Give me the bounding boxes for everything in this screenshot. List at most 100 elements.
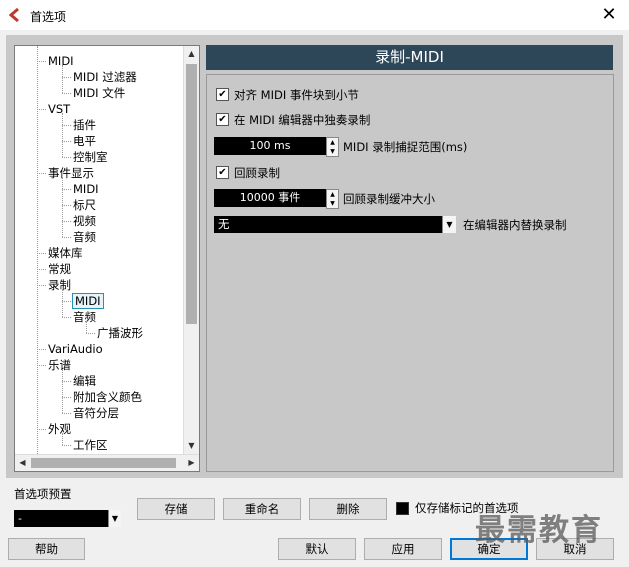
tree-line <box>62 65 63 93</box>
tree-line <box>62 433 63 445</box>
tree-line <box>62 317 71 318</box>
retro-buffer-field[interactable]: 10000 事件 <box>214 189 326 207</box>
tree-item[interactable]: 音频 <box>73 229 96 245</box>
solo-in-editor-label: 在 MIDI 编辑器中独奏录制 <box>234 113 371 127</box>
tree-line <box>62 381 71 382</box>
tree-line <box>62 77 71 78</box>
scroll-down-icon[interactable]: ▼ <box>184 438 199 454</box>
tree-line <box>62 237 71 238</box>
tree-item[interactable]: VST <box>48 101 70 117</box>
capture-range-stepper[interactable]: ▲ ▼ <box>326 137 339 157</box>
tree-item[interactable]: 外观 <box>48 421 71 437</box>
tree-line <box>37 46 38 454</box>
retro-buffer-label: 回顾录制缓冲大小 <box>343 192 435 206</box>
hscroll-thumb[interactable] <box>31 458 176 468</box>
tree-item-label: 视频 <box>73 214 96 228</box>
tree-line <box>62 205 71 206</box>
tree-item[interactable]: 控制室 <box>73 149 108 165</box>
tree-line <box>62 289 63 317</box>
tree-item[interactable]: 音符分层 <box>73 405 119 421</box>
tree-line <box>37 253 46 254</box>
tree-line <box>62 93 71 94</box>
tree-item[interactable]: 插件 <box>73 117 96 133</box>
tree-item[interactable]: 常规 <box>48 261 71 277</box>
tree-item-label: 附加含义颜色 <box>73 390 142 404</box>
tree-line <box>62 141 71 142</box>
capture-range-field[interactable]: 100 ms <box>214 137 326 155</box>
chevron-down-icon[interactable]: ▼ <box>108 510 121 527</box>
retro-buffer-stepper[interactable]: ▲ ▼ <box>326 189 339 209</box>
cubase-logo-icon <box>8 8 19 22</box>
scroll-right-icon[interactable]: ▶ <box>184 455 199 471</box>
tree-item[interactable]: MIDI <box>72 293 104 309</box>
retro-record-label: 回顾录制 <box>234 166 280 180</box>
presets-value: - <box>18 512 22 525</box>
tree-item[interactable]: 广播波形 <box>97 325 143 341</box>
tree-item[interactable]: MIDI 文件 <box>73 85 125 101</box>
store-button[interactable]: 存储 <box>137 498 215 520</box>
tree-item-label: 事件显示 <box>48 166 94 180</box>
stepper-up-icon[interactable]: ▲ <box>327 138 338 147</box>
tree-item[interactable]: 事件显示 <box>48 165 94 181</box>
tree-line <box>62 413 71 414</box>
apply-button[interactable]: 应用 <box>364 538 442 560</box>
presets-select[interactable]: - ▼ <box>14 510 121 527</box>
capture-range-label: MIDI 录制捕捉范围(ms) <box>343 140 468 154</box>
tree-item[interactable]: MIDI 过滤器 <box>73 69 137 85</box>
scroll-up-icon[interactable]: ▲ <box>184 46 199 62</box>
close-icon[interactable]: ✕ <box>599 5 619 25</box>
stepper-down-icon[interactable]: ▼ <box>327 147 338 156</box>
tree-line <box>37 269 46 270</box>
tree-item[interactable]: 录制 <box>48 277 71 293</box>
help-button[interactable]: 帮助 <box>8 538 85 560</box>
tree-item-label: 常规 <box>48 262 71 276</box>
tree-item[interactable]: 电平 <box>73 133 96 149</box>
replace-mode-select[interactable]: 无 ▼ <box>214 216 456 233</box>
tree-item-label: MIDI 过滤器 <box>73 70 137 84</box>
tree-item-label: VariAudio <box>48 342 103 356</box>
scroll-left-icon[interactable]: ◀ <box>15 455 30 471</box>
tree-line <box>37 109 46 110</box>
tree-item[interactable]: 乐谱 <box>48 357 71 373</box>
tree-item-label: MIDI 文件 <box>73 86 126 100</box>
tree-line <box>86 321 87 333</box>
tree-item[interactable]: 音频 <box>73 309 96 325</box>
delete-button[interactable]: 删除 <box>309 498 387 520</box>
watermark: 最需教育 <box>475 513 603 548</box>
tree-item[interactable]: 标尺 <box>73 197 96 213</box>
tree-item[interactable]: 编辑 <box>73 373 96 389</box>
stepper-up-icon[interactable]: ▲ <box>327 190 338 199</box>
retro-record-checkbox[interactable]: ✔ <box>216 166 229 179</box>
default-button[interactable]: 默认 <box>278 538 356 560</box>
tree-item-label: 外观 <box>48 422 71 436</box>
tree-item[interactable]: 工作区 <box>73 437 108 453</box>
tree-item[interactable]: MIDI <box>48 53 74 69</box>
title-bar: 首选项 ✕ <box>0 0 629 30</box>
tree-line <box>62 113 63 157</box>
scroll-thumb[interactable] <box>186 64 197 324</box>
presets-label: 首选项预置 <box>14 487 72 501</box>
tree-item-label: 音频 <box>73 230 96 244</box>
page-title: 录制-MIDI <box>206 45 613 70</box>
tree-item[interactable]: 媒体库 <box>48 245 83 261</box>
tree-item[interactable]: 视频 <box>73 213 96 229</box>
rename-button[interactable]: 重命名 <box>223 498 301 520</box>
tree-item-label: MIDI <box>72 293 104 309</box>
tree-horizontal-scrollbar[interactable]: ◀ ▶ <box>15 454 199 471</box>
tree-line <box>62 369 63 413</box>
store-marked-only-checkbox[interactable] <box>396 502 409 515</box>
preferences-tree: MIDI MIDI 过滤器 MIDI 文件 VST 插件 电平 控制室 事件显示 MIDI 标尺视… <box>14 45 200 472</box>
tree-item[interactable]: VariAudio <box>48 341 103 357</box>
chevron-down-icon[interactable]: ▼ <box>442 216 456 233</box>
stepper-down-icon[interactable]: ▼ <box>327 199 338 208</box>
tree-item-label: 电平 <box>73 134 96 148</box>
tree-vertical-scrollbar[interactable]: ▲ ▼ <box>183 46 199 454</box>
tree-item-label: 音符分层 <box>73 406 119 420</box>
tree-item-label: MIDI <box>48 54 74 68</box>
tree-line <box>37 429 46 430</box>
tree-item[interactable]: MIDI <box>73 181 99 197</box>
solo-in-editor-checkbox[interactable]: ✔ <box>216 113 229 126</box>
tree-line <box>37 285 46 286</box>
tree-item[interactable]: 附加含义颜色 <box>73 389 142 405</box>
snap-midi-events-checkbox[interactable]: ✔ <box>216 88 229 101</box>
